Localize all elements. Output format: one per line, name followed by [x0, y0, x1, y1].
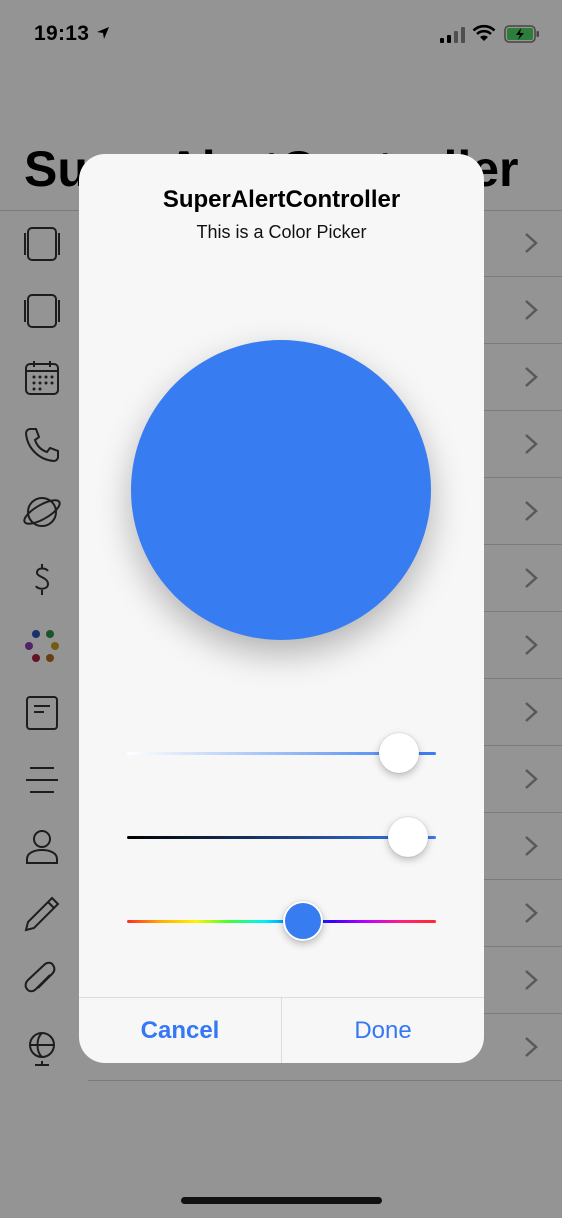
hue-slider[interactable]	[127, 897, 436, 947]
hue-track[interactable]	[127, 920, 436, 923]
alert-button-bar: Cancel Done	[79, 997, 484, 1063]
hue-thumb[interactable]	[283, 901, 324, 941]
home-indicator	[181, 1197, 382, 1204]
brightness-thumb[interactable]	[388, 817, 429, 857]
alert-title: SuperAlertController	[162, 186, 401, 213]
brightness-slider[interactable]	[127, 813, 436, 863]
alert-subtitle: This is a Color Picker	[196, 222, 367, 242]
cancel-button[interactable]: Cancel	[79, 998, 281, 1063]
done-button[interactable]: Done	[282, 998, 484, 1063]
color-picker-alert: SuperAlertController This is a Color Pic…	[79, 154, 484, 1063]
saturation-slider[interactable]	[127, 729, 436, 779]
color-preview-swatch	[131, 340, 431, 640]
saturation-thumb[interactable]	[378, 733, 419, 773]
